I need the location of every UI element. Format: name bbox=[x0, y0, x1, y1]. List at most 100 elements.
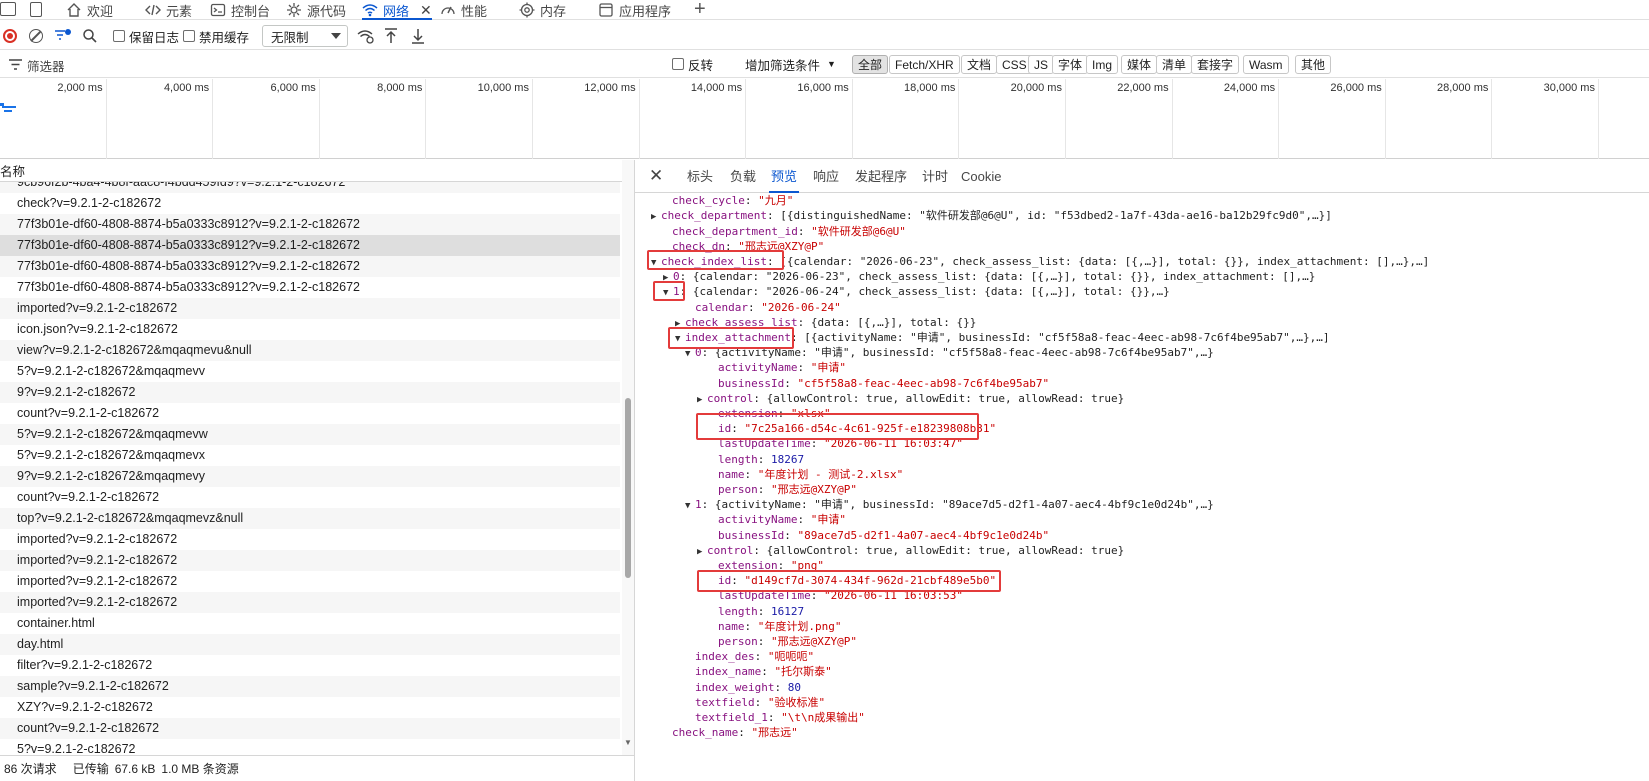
preview-line[interactable]: ▶ 0: {calendar: "2026-06-23", check_asses… bbox=[663, 269, 1315, 285]
request-row[interactable]: imported?v=9.2.1-2-c182672 bbox=[0, 550, 620, 571]
clear-icon[interactable] bbox=[29, 29, 43, 43]
throttle-select[interactable]: 无限制 bbox=[262, 25, 348, 47]
request-row[interactable]: imported?v=9.2.1-2-c182672 bbox=[0, 298, 620, 319]
request-row[interactable]: 5?v=9.2.1-2-c182672 bbox=[0, 739, 620, 753]
network-conditions-icon[interactable] bbox=[357, 28, 375, 44]
more-tabs-plus-icon[interactable]: + bbox=[694, 0, 706, 21]
request-row[interactable]: XZY?v=9.2.1-2-c182672 bbox=[0, 697, 620, 718]
request-row[interactable]: 77f3b01e-df60-4808-8874-b5a0333c8912?v=9… bbox=[0, 235, 620, 256]
preview-line[interactable]: ▼ 1: {activityName: "申请", businessId: "89… bbox=[685, 497, 1214, 513]
preview-value: "申请" bbox=[810, 513, 846, 527]
device-toolbar-icon[interactable] bbox=[30, 2, 42, 17]
request-row[interactable]: imported?v=9.2.1-2-c182672 bbox=[0, 529, 620, 550]
invert-checkbox[interactable]: 反转 bbox=[672, 50, 713, 78]
request-row[interactable]: 5?v=9.2.1-2-c182672&mqaqmevv bbox=[0, 361, 620, 382]
import-har-icon[interactable] bbox=[384, 27, 398, 45]
tab-sources[interactable]: 源代码 bbox=[286, 0, 346, 20]
request-row[interactable]: container.html bbox=[0, 613, 620, 634]
search-icon[interactable] bbox=[82, 28, 98, 44]
request-row[interactable]: count?v=9.2.1-2-c182672 bbox=[0, 718, 620, 739]
tab-performance[interactable]: 性能 bbox=[440, 0, 487, 20]
detail-tab-0[interactable]: 标头 bbox=[687, 160, 713, 193]
request-row[interactable]: sample?v=9.2.1-2-c182672 bbox=[0, 676, 620, 697]
preview-line[interactable]: ▶ control: {allowControl: true, allowEdit… bbox=[697, 543, 1124, 559]
preview-key: check_cycle bbox=[672, 194, 745, 208]
request-detail-tabs: ✕ 标头 负载 预览 响应 发起程序 计时 Cookie bbox=[634, 160, 1649, 193]
filter-chip-7[interactable]: 媒体 bbox=[1121, 55, 1158, 74]
tab-elements[interactable]: 元素 bbox=[145, 0, 192, 20]
checkbox[interactable] bbox=[183, 30, 195, 42]
request-list-scrollbar[interactable]: ▼ bbox=[622, 160, 634, 755]
tab-memory[interactable]: 内存 bbox=[519, 0, 566, 20]
timeline-tick: 22,000 ms bbox=[1066, 79, 1173, 159]
inspect-icon[interactable] bbox=[0, 2, 16, 16]
request-row[interactable]: count?v=9.2.1-2-c182672 bbox=[0, 403, 620, 424]
record-icon[interactable] bbox=[3, 29, 17, 43]
detail-tab-2[interactable]: 预览 bbox=[768, 160, 800, 193]
request-row[interactable]: imported?v=9.2.1-2-c182672 bbox=[0, 592, 620, 613]
collapsed-triangle-icon[interactable]: ▶ bbox=[651, 209, 661, 225]
request-row[interactable]: 77f3b01e-df60-4808-8874-b5a0333c8912?v=9… bbox=[0, 256, 620, 277]
filter-chip-2[interactable]: 文档 bbox=[961, 55, 998, 74]
collapsed-triangle-icon[interactable]: ▶ bbox=[697, 392, 707, 408]
detail-tab-4[interactable]: 发起程序 bbox=[855, 160, 907, 193]
request-row[interactable]: day.html bbox=[0, 634, 620, 655]
filter-toggle-icon[interactable] bbox=[54, 28, 72, 44]
preview-line[interactable]: ▶ check_department: [{distinguishedName: … bbox=[651, 208, 1332, 224]
expanded-triangle-icon[interactable]: ▼ bbox=[685, 498, 695, 514]
request-row[interactable]: view?v=9.2.1-2-c182672&mqaqmevu&null bbox=[0, 340, 620, 361]
request-row[interactable]: count?v=9.2.1-2-c182672 bbox=[0, 487, 620, 508]
request-row[interactable]: 5?v=9.2.1-2-c182672&mqaqmevw bbox=[0, 424, 620, 445]
collapsed-triangle-icon[interactable]: ▶ bbox=[651, 193, 661, 195]
request-row[interactable]: 77f3b01e-df60-4808-8874-b5a0333c8912?v=9… bbox=[0, 214, 620, 235]
filter-chip-4[interactable]: JS bbox=[1028, 55, 1055, 74]
close-detail-icon[interactable]: ✕ bbox=[649, 166, 663, 186]
preview-line[interactable]: ▶ control: {allowControl: true, allowEdit… bbox=[697, 391, 1124, 407]
filter-chip-9[interactable]: 套接字 bbox=[1191, 55, 1240, 74]
colon: : bbox=[774, 680, 788, 694]
preview-line: person: "邢志远@XZY@P" bbox=[718, 634, 857, 650]
detail-tab-1[interactable]: 负载 bbox=[730, 160, 756, 193]
request-row[interactable]: 5?v=9.2.1-2-c182672&mqaqmevx bbox=[0, 445, 620, 466]
filter-chip-10[interactable]: Wasm bbox=[1243, 55, 1289, 74]
preserve-log-checkbox[interactable]: 保留日志 bbox=[113, 22, 179, 50]
filter-chip-6[interactable]: Img bbox=[1086, 55, 1119, 74]
request-row[interactable]: 77f3b01e-df60-4808-8874-b5a0333c8912?v=9… bbox=[0, 277, 620, 298]
overview-timeline[interactable]: 2,000 ms 4,000 ms 6,000 ms 8,000 ms 10,000 m… bbox=[0, 79, 1649, 159]
filter-chip-5[interactable]: 字体 bbox=[1052, 55, 1089, 74]
filter-input[interactable]: 筛选器 bbox=[27, 56, 627, 74]
disable-cache-checkbox[interactable]: 禁用缓存 bbox=[183, 22, 249, 50]
request-row[interactable]: filter?v=9.2.1-2-c182672 bbox=[0, 655, 620, 676]
filter-chip-0[interactable]: 全部 bbox=[852, 55, 889, 74]
request-row[interactable]: 9?v=9.2.1-2-c182672&mqaqmevy bbox=[0, 466, 620, 487]
export-har-icon[interactable] bbox=[411, 27, 425, 45]
request-row[interactable]: 9cb96f2b-4ba4-4b8f-aac8-f4bdd459fd9?v=9.… bbox=[0, 182, 620, 193]
detail-tab-3[interactable]: 响应 bbox=[813, 160, 839, 193]
scroll-down-icon[interactable]: ▼ bbox=[624, 738, 632, 747]
request-row[interactable]: check?v=9.2.1-2-c182672 bbox=[0, 193, 620, 214]
request-row[interactable]: 9?v=9.2.1-2-c182672 bbox=[0, 382, 620, 403]
request-row[interactable]: imported?v=9.2.1-2-c182672 bbox=[0, 571, 620, 592]
filter-chip-8[interactable]: 清单 bbox=[1156, 55, 1193, 74]
detail-tab-5[interactable]: 计时 bbox=[922, 160, 948, 193]
filter-chip-1[interactable]: Fetch/XHR bbox=[889, 55, 960, 74]
colon: : bbox=[757, 483, 771, 496]
checkbox[interactable] bbox=[113, 30, 125, 42]
tab-welcome[interactable]: 欢迎 bbox=[66, 0, 113, 20]
name-column-header[interactable]: 名称 ▲ bbox=[0, 160, 634, 182]
collapsed-triangle-icon[interactable]: ▶ bbox=[697, 544, 707, 560]
more-filters-dropdown[interactable]: 增加筛选条件 ▼ bbox=[745, 50, 836, 78]
tab-application[interactable]: 应用程序 bbox=[598, 0, 671, 20]
scrollbar-thumb[interactable] bbox=[625, 398, 631, 578]
highlight-attachment-0-id bbox=[696, 413, 979, 440]
request-row[interactable]: icon.json?v=9.2.1-2-c182672 bbox=[0, 319, 620, 340]
tab-network[interactable]: 网络 ✕ bbox=[362, 0, 432, 20]
checkbox[interactable] bbox=[672, 58, 684, 70]
home-icon bbox=[67, 3, 81, 17]
filter-chip-11[interactable]: 其他 bbox=[1295, 55, 1332, 74]
preview-line[interactable]: ▼ 1: {calendar: "2026-06-24", check_asses… bbox=[663, 284, 1170, 300]
close-tab-icon[interactable]: ✕ bbox=[420, 2, 432, 19]
tab-console[interactable]: 控制台 bbox=[210, 0, 270, 20]
detail-tab-6[interactable]: Cookie bbox=[961, 160, 1001, 193]
request-row[interactable]: top?v=9.2.1-2-c182672&mqaqmevz&null bbox=[0, 508, 620, 529]
